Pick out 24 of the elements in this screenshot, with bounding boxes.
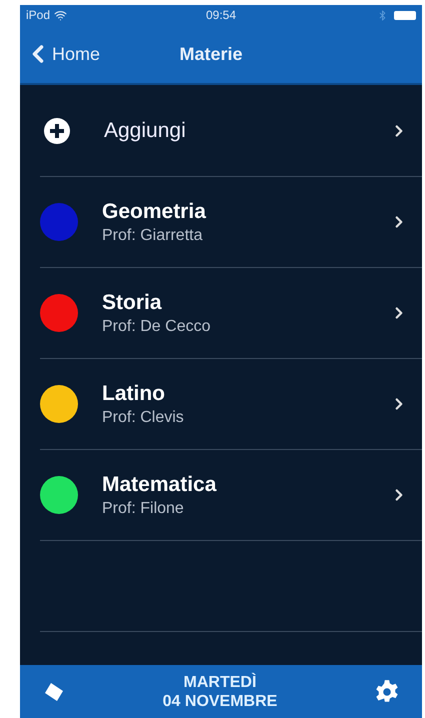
screen-title: Materie — [179, 44, 243, 64]
teacher-name: Prof: Giarretta — [102, 226, 204, 244]
date-label: 04 NOVEMBRE — [162, 692, 278, 710]
back-button[interactable]: Home — [20, 40, 104, 68]
teacher-name: Prof: Clevis — [102, 408, 185, 426]
subject-name: Matematica — [102, 472, 218, 496]
teacher-name: Prof: De Cecco — [102, 318, 212, 336]
add-row[interactable]: Aggiungi — [40, 85, 422, 177]
subject-name: Storia — [102, 290, 163, 314]
wifi-icon — [54, 8, 68, 22]
subject-name: Latino — [102, 382, 166, 406]
subject-name: Geometria — [102, 200, 207, 224]
subject-row[interactable]: Latino Prof: Clevis — [40, 359, 422, 450]
subject-row[interactable]: Storia Prof: De Cecco — [40, 268, 422, 359]
teacher-name: Prof: Filone — [102, 500, 185, 518]
bluetooth-icon — [377, 10, 388, 20]
plus-icon — [44, 118, 70, 144]
weekday-label: MARTEDÌ — [184, 672, 256, 692]
carrier-name: iPod — [26, 8, 50, 22]
battery-icon — [394, 10, 416, 20]
settings-icon[interactable] — [374, 678, 400, 704]
subject-row[interactable]: Matematica Prof: Filone — [40, 450, 422, 541]
subject-row[interactable]: Geometria Prof: Giarretta — [40, 177, 422, 268]
clock-time: 09:54 — [206, 8, 236, 22]
